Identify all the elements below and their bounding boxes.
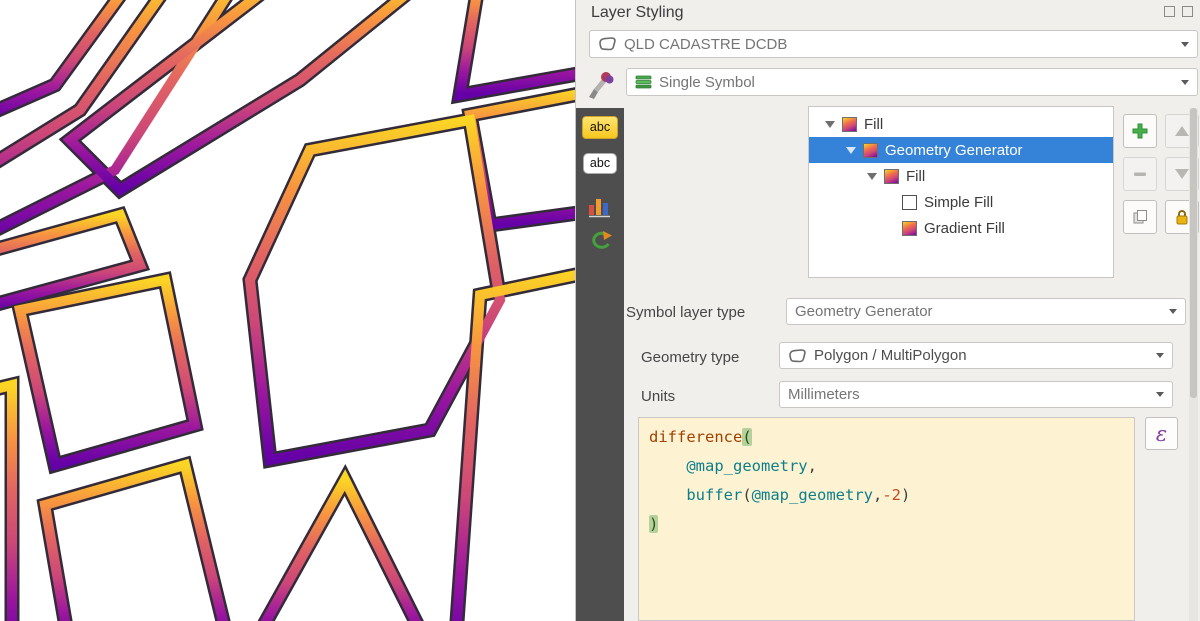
qgis-window: Layer Styling QLD CADASTRE DCDB <box>0 0 1200 621</box>
polygon-geometry-icon <box>788 348 807 364</box>
symbol-tree-row-geometry-generator[interactable]: Geometry Generator <box>809 137 1113 163</box>
units-value: Millimeters <box>788 386 860 403</box>
comma-token: , <box>808 457 817 475</box>
tab-diagrams[interactable] <box>576 194 624 218</box>
units-select[interactable]: Millimeters <box>779 381 1173 408</box>
chevron-down-icon <box>1156 353 1164 358</box>
plus-icon <box>1131 122 1149 140</box>
history-arrow-icon <box>587 230 613 252</box>
labels-abc-icon: abc <box>582 116 618 139</box>
map-vector-render <box>0 0 575 621</box>
polygon-layer-icon <box>598 36 617 52</box>
symbol-layer-label: Fill <box>906 168 925 185</box>
gradient-swatch-icon <box>842 117 857 132</box>
symbol-layer-label: Gradient Fill <box>924 220 1005 237</box>
code-line: buffer(@map_geometry,-2) <box>649 481 1124 510</box>
gradient-swatch-icon <box>863 143 878 158</box>
callouts-abc-icon: abc <box>583 153 617 174</box>
geometry-type-select[interactable]: Polygon / MultiPolygon <box>779 342 1173 369</box>
symbol-tree-row-subfill[interactable]: Fill <box>809 163 1113 189</box>
symbol-layer-type-label: Symbol layer type <box>626 304 745 321</box>
expression-builder-button[interactable]: ε <box>1145 417 1178 450</box>
code-line: @map_geometry, <box>649 452 1124 481</box>
indent-token <box>649 457 686 475</box>
symbol-tree-row-fill[interactable]: Fill <box>809 111 1113 137</box>
matched-paren-token: ( <box>742 428 751 446</box>
geometry-type-value: Polygon / MultiPolygon <box>814 347 967 364</box>
paren-token: ( <box>742 486 751 504</box>
chevron-down-icon <box>1181 42 1189 47</box>
epsilon-icon: ε <box>1156 422 1167 446</box>
symbol-layer-label: Simple Fill <box>924 194 993 211</box>
paintbrush-icon <box>586 70 616 100</box>
number-token: -2 <box>882 486 901 504</box>
comma-token: , <box>873 486 882 504</box>
chevron-down-icon <box>1156 392 1164 397</box>
renderer-selector[interactable]: Single Symbol <box>626 68 1198 96</box>
layer-selector[interactable]: QLD CADASTRE DCDB <box>589 30 1198 58</box>
symbol-layer-label: Fill <box>864 116 883 133</box>
duplicate-icon <box>1131 208 1149 226</box>
style-tabs-sidebar: abc abc <box>576 108 624 621</box>
remove-symbol-layer-button[interactable] <box>1123 157 1157 191</box>
variable-token: @map_geometry <box>752 486 873 504</box>
code-line: ) <box>649 510 1124 539</box>
renderer-name: Single Symbol <box>659 74 755 91</box>
close-panel-button[interactable] <box>1182 6 1193 17</box>
symbol-tree-row-simple-fill[interactable]: Simple Fill <box>809 189 1113 215</box>
gradient-swatch-icon <box>884 169 899 184</box>
geometry-type-label: Geometry type <box>641 349 739 366</box>
duplicate-symbol-layer-button[interactable] <box>1123 200 1157 234</box>
expander-icon[interactable] <box>825 121 835 128</box>
tab-labels[interactable]: abc <box>576 116 624 139</box>
panel-scrollbar[interactable] <box>1189 108 1198 621</box>
symbol-tree-row-gradient-fill[interactable]: Gradient Fill <box>809 215 1113 241</box>
float-panel-button[interactable] <box>1164 6 1175 17</box>
gradient-swatch-icon <box>902 221 917 236</box>
geometry-expression-editor[interactable]: difference( @map_geometry, buffer(@map_g… <box>638 417 1135 621</box>
chevron-down-icon <box>1169 309 1177 314</box>
layer-styling-panel: Layer Styling QLD CADASTRE DCDB <box>575 0 1200 621</box>
symbol-layer-label: Geometry Generator <box>885 142 1023 159</box>
paren-token: ) <box>901 486 910 504</box>
symbol-layers-tree: Fill Geometry Generator Fill Simple Fill… <box>808 106 1114 278</box>
tab-history[interactable] <box>576 230 624 252</box>
variable-token: @map_geometry <box>686 457 807 475</box>
layer-name: QLD CADASTRE DCDB <box>624 36 787 53</box>
simple-fill-swatch-icon <box>902 195 917 210</box>
map-canvas[interactable] <box>0 0 575 621</box>
tab-symbology[interactable] <box>580 66 622 104</box>
function-name-token: buffer <box>686 486 742 504</box>
symbol-layer-type-value: Geometry Generator <box>795 303 933 320</box>
function-name-token: difference <box>649 428 742 446</box>
indent-token <box>649 486 686 504</box>
tab-callouts[interactable]: abc <box>576 153 624 174</box>
symbol-layer-type-select[interactable]: Geometry Generator <box>786 298 1186 325</box>
panel-title: Layer Styling <box>591 4 684 22</box>
code-line: difference( <box>649 423 1124 452</box>
matched-paren-token: ) <box>649 515 658 533</box>
add-symbol-layer-button[interactable] <box>1123 114 1157 148</box>
single-symbol-icon <box>635 75 652 89</box>
expander-icon[interactable] <box>846 147 856 154</box>
units-label: Units <box>641 388 675 405</box>
diagram-bars-icon <box>587 194 613 218</box>
chevron-down-icon <box>1181 80 1189 85</box>
minus-icon <box>1131 165 1149 183</box>
scrollbar-thumb[interactable] <box>1190 108 1197 398</box>
expander-icon[interactable] <box>867 173 877 180</box>
